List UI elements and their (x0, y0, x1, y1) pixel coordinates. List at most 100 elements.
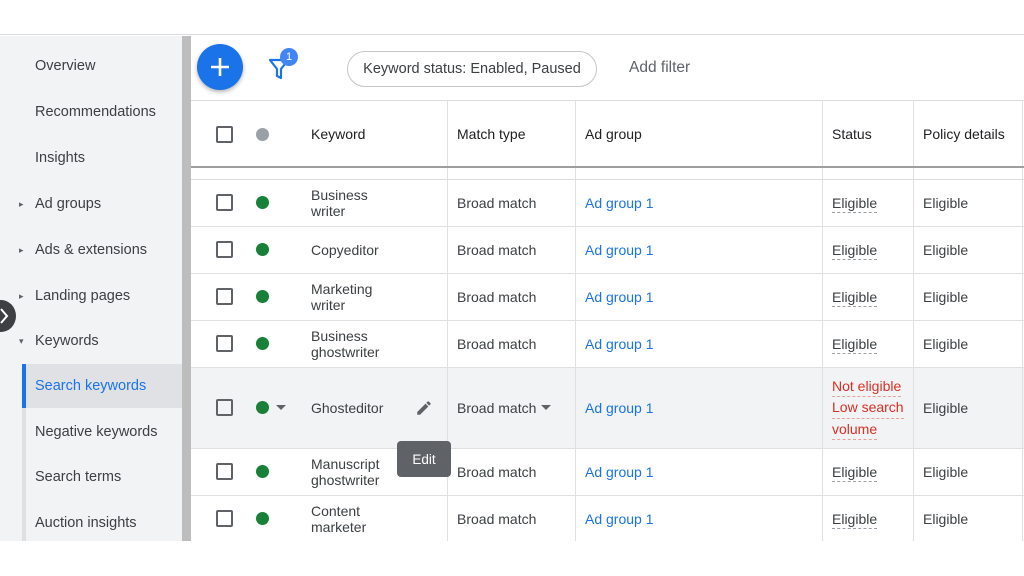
chevron-right-icon (0, 308, 9, 324)
sidebar-item-recommendations[interactable]: Recommendations (0, 90, 182, 134)
ad-group-link[interactable]: Ad group 1 (585, 449, 815, 495)
sidebar-item-keywords[interactable]: ▾ Keywords (0, 319, 182, 363)
filter-count-badge: 1 (280, 48, 298, 66)
status-header-dot (256, 128, 269, 141)
header-ad-group[interactable]: Ad group (585, 101, 815, 166)
sidebar-item-landing-pages[interactable]: ▸ Landing pages (0, 274, 182, 318)
status-dot (256, 337, 269, 350)
policy-cell: Eligible (923, 511, 969, 527)
keyword-cell: Business writer (311, 187, 368, 219)
pencil-icon[interactable] (415, 399, 433, 417)
add-keyword-button[interactable] (197, 44, 243, 90)
sidebar-item-label: Negative keywords (35, 424, 158, 440)
keyword-cell: Business ghostwriter (311, 328, 380, 360)
sidebar-item-search-terms[interactable]: Search terms (0, 455, 182, 499)
keywords-table: Keyword Match type Ad group Status Polic… (191, 100, 1024, 541)
policy-cell: Eligible (923, 195, 969, 211)
header-policy-details[interactable]: Policy details (923, 101, 1023, 166)
status-dot (256, 401, 269, 414)
status-cell: Eligible (832, 335, 878, 354)
policy-cell: Eligible (923, 400, 969, 416)
policy-cell: Eligible (923, 336, 969, 352)
toolbar: 1 Keyword status: Enabled, Paused Add fi… (191, 36, 1024, 100)
row-checkbox[interactable] (216, 194, 233, 211)
top-bar (0, 0, 1024, 35)
keyword-cell: Copyeditor (311, 242, 379, 258)
sidebar-item-label: Search terms (35, 469, 122, 485)
policy-cell: Eligible (923, 464, 969, 480)
status-dot (256, 243, 269, 256)
sidebar-item-label: Overview (35, 58, 96, 74)
header-gap (191, 168, 1024, 180)
table-row[interactable]: Business writer Broad match Ad group 1 El… (191, 180, 1024, 227)
row-checkbox[interactable] (216, 288, 233, 305)
status-cell: Eligible (832, 194, 878, 213)
row-checkbox[interactable] (216, 241, 233, 258)
sidebar-item-auction-insights[interactable]: Auction insights (0, 501, 182, 545)
table-row[interactable]: Ghosteditor Broad match Ad group 1 Not e… (191, 368, 1024, 449)
table-row[interactable]: Manuscript ghostwriter Broad match Ad gro… (191, 449, 1024, 496)
status-dot (256, 196, 269, 209)
sidebar-scrollbar[interactable] (182, 36, 191, 541)
match-type-cell: Broad match (457, 242, 537, 258)
sidebar-item-label: Landing pages (35, 288, 131, 304)
ad-group-link[interactable]: Ad group 1 (585, 321, 815, 367)
sidebar-item-negative-keywords[interactable]: Negative keywords (0, 410, 182, 454)
sidebar-item-label: Auction insights (35, 515, 137, 531)
match-type-cell: Broad match (457, 289, 537, 305)
policy-cell: Eligible (923, 242, 969, 258)
plus-icon (211, 58, 229, 76)
status-cell: Not eligible Low search volume (832, 368, 916, 448)
sidebar-item-label: Ads & extensions (35, 242, 148, 258)
table-row[interactable]: Content marketer Broad match Ad group 1 E… (191, 496, 1024, 541)
policy-cell: Eligible (923, 289, 969, 305)
ad-group-link[interactable]: Ad group 1 (585, 496, 815, 541)
sidebar-item-label: Recommendations (35, 104, 156, 120)
ad-group-link[interactable]: Ad group 1 (585, 227, 815, 273)
sidebar: Overview Recommendations Insights ▸ Ad g… (0, 36, 182, 541)
arrow-right-icon: ▸ (19, 290, 24, 301)
sidebar-item-label: Insights (35, 150, 85, 166)
ad-group-link[interactable]: Ad group 1 (585, 180, 815, 226)
sidebar-item-label: Keywords (35, 333, 99, 349)
sidebar-item-overview[interactable]: Overview (0, 44, 182, 88)
arrow-right-icon: ▸ (19, 198, 24, 209)
sidebar-item-search-keywords[interactable]: Search keywords (22, 364, 182, 408)
bottom-bar (0, 541, 1024, 576)
sidebar-item-insights[interactable]: Insights (0, 136, 182, 180)
caret-down-icon[interactable] (276, 405, 286, 410)
match-type-cell: Broad match (457, 336, 537, 352)
match-type-cell: Broad match (457, 464, 537, 480)
header-match-type[interactable]: Match type (457, 101, 577, 166)
add-filter-button[interactable]: Add filter (629, 59, 690, 77)
filter-chip[interactable]: Keyword status: Enabled, Paused (347, 51, 597, 87)
match-type-cell: Broad match (457, 195, 537, 211)
ad-group-link[interactable]: Ad group 1 (585, 368, 815, 448)
status-cell: Eligible (832, 510, 878, 529)
sidebar-item-ad-groups[interactable]: ▸ Ad groups (0, 182, 182, 226)
match-type-cell[interactable]: Broad match (457, 368, 577, 448)
table-row[interactable]: Marketing writer Broad match Ad group 1 E… (191, 274, 1024, 321)
caret-down-icon[interactable] (541, 405, 551, 410)
row-checkbox[interactable] (216, 510, 233, 527)
table-header: Keyword Match type Ad group Status Polic… (191, 100, 1024, 168)
row-checkbox[interactable] (216, 335, 233, 352)
status-dot (256, 465, 269, 478)
subnav-line (22, 408, 26, 541)
status-dot (256, 512, 269, 525)
status-cell: Eligible (832, 288, 878, 307)
status-cell: Eligible (832, 463, 878, 482)
row-checkbox[interactable] (216, 463, 233, 480)
select-all-checkbox[interactable] (216, 126, 233, 143)
header-status[interactable]: Status (832, 101, 916, 166)
sidebar-item-ads-extensions[interactable]: ▸ Ads & extensions (0, 228, 182, 272)
sidebar-item-label: Search keywords (35, 378, 147, 394)
table-row[interactable]: Copyeditor Broad match Ad group 1 Eligib… (191, 227, 1024, 274)
keyword-cell: Marketing writer (311, 281, 373, 313)
header-keyword[interactable]: Keyword (311, 101, 436, 166)
table-row[interactable]: Business ghostwriter Broad match Ad group… (191, 321, 1024, 368)
sidebar-item-label: Ad groups (35, 196, 102, 212)
ad-group-link[interactable]: Ad group 1 (585, 274, 815, 320)
match-type-cell: Broad match (457, 511, 537, 527)
row-checkbox[interactable] (216, 399, 233, 416)
